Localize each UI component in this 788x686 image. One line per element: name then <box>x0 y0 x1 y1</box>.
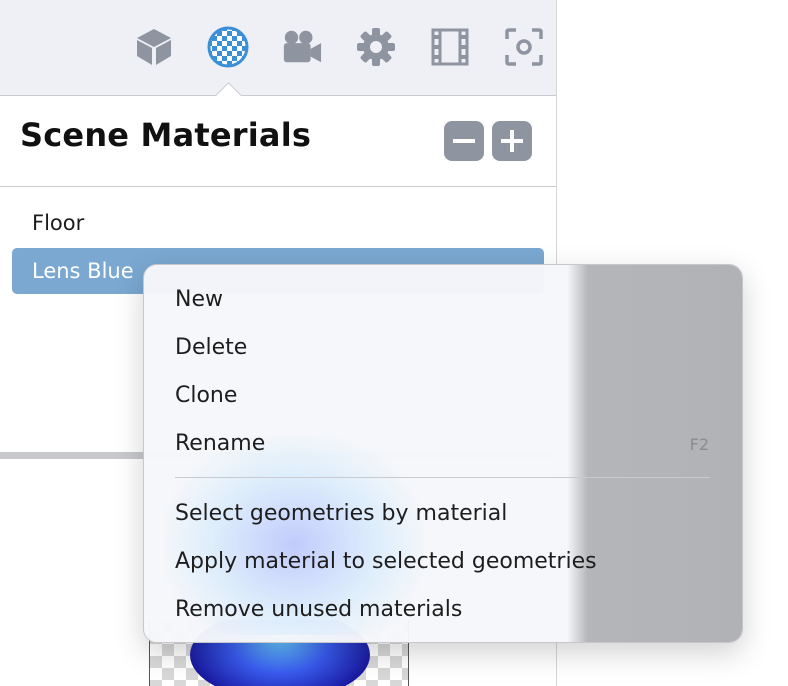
cube-icon[interactable] <box>133 26 175 68</box>
menu-item-label: New <box>175 287 223 312</box>
film-strip-icon[interactable] <box>429 26 471 68</box>
menu-separator <box>175 477 710 478</box>
menu-item-rename[interactable]: Rename <box>175 422 715 466</box>
checker-sphere-icon[interactable] <box>207 26 249 68</box>
focus-frame-icon[interactable] <box>503 26 545 68</box>
video-camera-icon[interactable] <box>281 26 323 68</box>
panel-header: Scene Materials <box>0 96 556 187</box>
menu-item-new[interactable]: New <box>175 278 715 322</box>
add-material-button[interactable] <box>492 121 532 161</box>
menu-item-clone[interactable]: Clone <box>175 374 715 418</box>
plus-icon <box>501 130 523 152</box>
remove-material-button[interactable] <box>444 121 484 161</box>
menu-item-apply-material[interactable]: Apply material to selected geometries <box>175 540 715 584</box>
list-item-label: Floor <box>32 211 85 235</box>
menu-item-label: Clone <box>175 383 238 408</box>
page-title: Scene Materials <box>20 116 312 154</box>
menu-item-label: Apply material to selected geometries <box>175 549 597 574</box>
menu-item-delete[interactable]: Delete <box>175 326 715 370</box>
menu-item-label: Select geometries by material <box>175 501 508 526</box>
context-menu: New Delete Clone Rename F2 Select geomet… <box>143 264 743 643</box>
rename-shortcut: F2 <box>689 435 709 454</box>
menu-item-label: Rename <box>175 431 266 456</box>
menu-item-label: Delete <box>175 335 248 360</box>
list-item-label: Lens Blue <box>32 259 134 283</box>
gear-icon[interactable] <box>355 26 397 68</box>
menu-item-select-geometries[interactable]: Select geometries by material <box>175 492 715 536</box>
menu-item-label: Remove unused materials <box>175 597 463 622</box>
panel-toolbar <box>0 0 556 96</box>
menu-item-remove-unused[interactable]: Remove unused materials <box>175 588 715 632</box>
list-item-floor[interactable]: Floor <box>12 200 544 246</box>
minus-icon <box>453 139 475 143</box>
